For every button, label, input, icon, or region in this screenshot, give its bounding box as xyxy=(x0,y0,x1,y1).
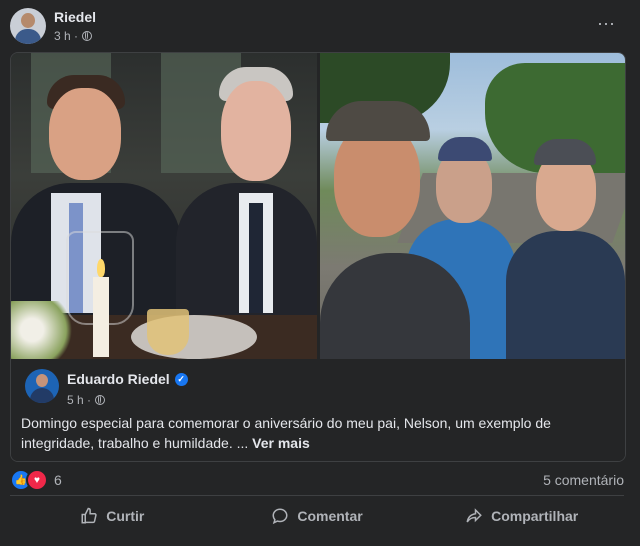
photo-dinner[interactable] xyxy=(11,53,317,359)
like-button[interactable]: Curtir xyxy=(10,500,215,532)
author-name[interactable]: Riedel xyxy=(54,9,96,25)
comment-label: Comentar xyxy=(297,508,363,524)
verified-badge-icon: ✓ xyxy=(174,372,188,386)
reaction-count: 6 xyxy=(54,472,62,488)
shared-author-name[interactable]: Eduardo Riedel xyxy=(67,371,170,387)
globe-icon xyxy=(95,395,106,405)
reactions-summary[interactable]: 👍 ♥ 6 xyxy=(10,469,62,491)
shared-post-body: Eduardo Riedel ✓ 5 h · Domingo especial … xyxy=(11,359,625,461)
shared-author-avatar[interactable] xyxy=(25,369,59,403)
shared-post-meta: 5 h · xyxy=(67,393,106,407)
photo-outdoor[interactable] xyxy=(320,53,625,359)
shared-author: Eduardo Riedel ✓ xyxy=(67,371,188,387)
thumbs-up-icon xyxy=(81,507,97,524)
author-avatar[interactable] xyxy=(10,8,46,44)
post-card: Riedel 3 h · ⋯ Eduardo Riedel ✓ 5 h · Do… xyxy=(0,0,640,546)
love-reaction-icon: ♥ xyxy=(26,469,48,491)
action-bar: Curtir Comentar Compartilhar xyxy=(10,500,624,532)
see-more-link[interactable]: Ver mais xyxy=(252,435,310,451)
share-arrow-icon xyxy=(466,508,482,523)
post-time[interactable]: 3 h · xyxy=(54,29,78,43)
share-button[interactable]: Compartilhar xyxy=(419,500,624,532)
comment-count[interactable]: 5 comentário xyxy=(543,472,624,488)
divider xyxy=(10,495,624,496)
share-label: Compartilhar xyxy=(491,508,579,524)
comment-button[interactable]: Comentar xyxy=(215,500,420,532)
post-header: Riedel 3 h · ⋯ xyxy=(10,8,630,48)
globe-icon xyxy=(82,31,93,41)
comment-bubble-icon xyxy=(272,508,288,525)
shared-post-time[interactable]: 5 h · xyxy=(67,393,91,407)
more-options-icon[interactable]: ⋯ xyxy=(597,14,616,35)
post-meta: 3 h · xyxy=(54,29,93,43)
shared-post-card[interactable]: Eduardo Riedel ✓ 5 h · Domingo especial … xyxy=(10,52,626,462)
like-label: Curtir xyxy=(106,508,145,524)
photo-grid xyxy=(11,53,625,359)
shared-post-text: Domingo especial para comemorar o aniver… xyxy=(21,413,611,453)
